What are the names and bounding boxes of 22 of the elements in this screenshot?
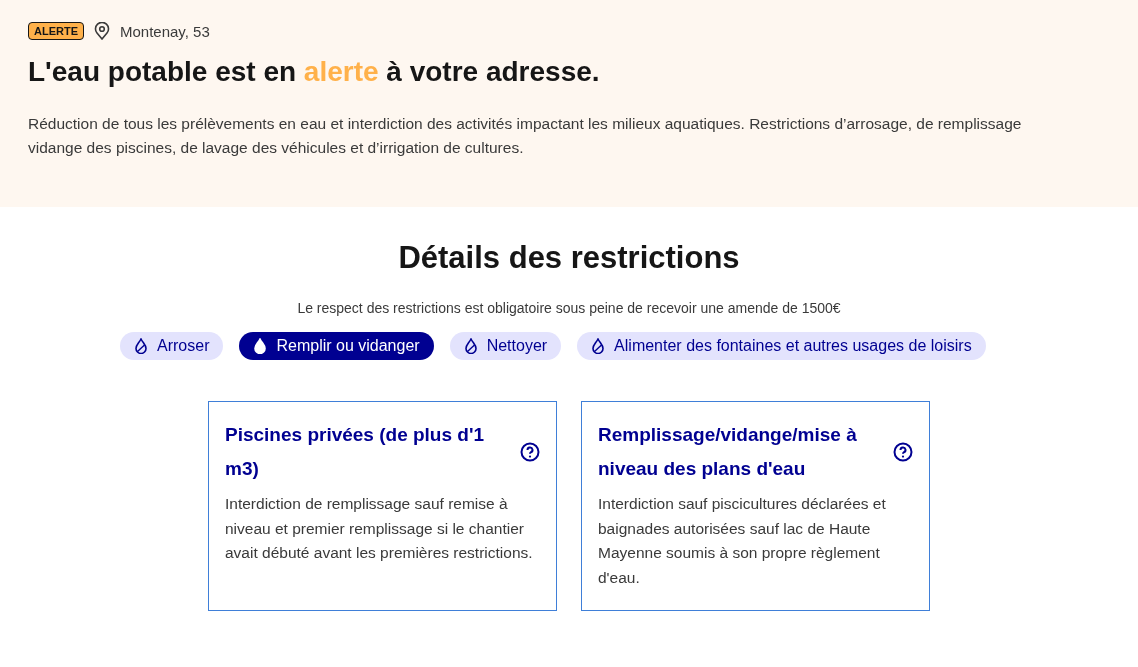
water-drop-icon — [134, 338, 148, 354]
help-icon[interactable] — [520, 442, 540, 462]
alert-description-line: vidange des piscines, de lavage des véhicules et d’irrigation de cultures. — [28, 138, 525, 158]
page-title: L'eau potable est en alerte à votre adresse. — [28, 56, 601, 88]
fine-notice: Le respect des restrictions est obligatoire sous peine de recevoir une amende de 1500€ — [297, 300, 841, 316]
filter-tab[interactable]: Remplir ou vidanger — [239, 332, 434, 360]
filter-tab[interactable]: Arroser — [120, 332, 224, 360]
water-drop-icon — [591, 338, 606, 354]
card-title: Remplissage/vidange/mise à niveau des plans d'eau — [598, 423, 858, 481]
help-icon[interactable] — [893, 442, 913, 462]
water-drop-icon — [253, 338, 268, 354]
card-text: Interdiction de remplissage sauf remise à niveau et premier remplissage si le chantier avait débuté avant les premières restrictions. — [225, 494, 534, 563]
alert-description-line: Réduction de tous les prélèvements en eau et interdiction des activités impactant les milieux aquatiques. Restrictions d’arrosage, de remplissage — [28, 114, 1023, 134]
location-pin-icon — [94, 22, 110, 40]
filter-tab[interactable]: Nettoyer — [449, 332, 562, 360]
card-title: Piscines privées (de plus d'1 m3) — [225, 423, 485, 481]
filter-tab[interactable]: Alimenter des fontaines et autres usages de loisirs — [577, 332, 986, 360]
location-text: Montenay, 53 — [120, 22, 210, 40]
water-drop-icon — [463, 338, 478, 354]
card-text: Interdiction sauf piscicultures déclarées et baignades autorisées sauf lac de Haute Mayenne soumis à son propre règlement d'eau. — [598, 494, 887, 588]
section-title: Détails des restrictions — [398, 240, 740, 276]
alert-badge: ALERTE — [28, 22, 84, 40]
